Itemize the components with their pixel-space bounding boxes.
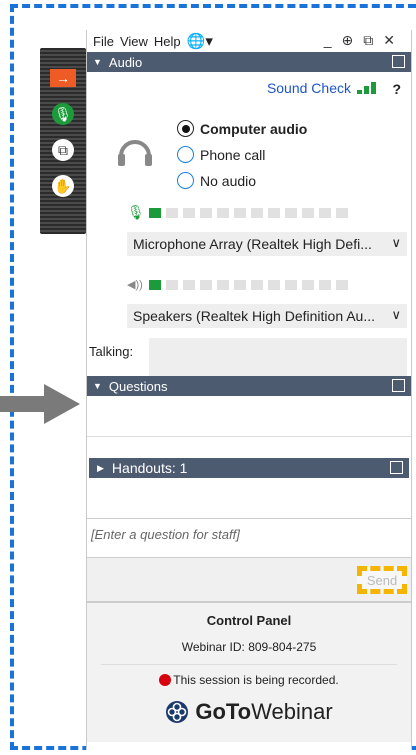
questions-log: [87, 396, 411, 436]
questions-title: Questions: [108, 378, 168, 394]
microphone-icon: 🎙: [52, 103, 74, 125]
divider: [101, 664, 397, 665]
flower-logo-icon: [166, 701, 189, 723]
mic-level-meter: [149, 208, 353, 218]
speakers-select[interactable]: Speakers (Realtek High Definition Au... …: [127, 304, 407, 328]
talking-box: [149, 338, 407, 376]
pointer-arrow: [0, 384, 80, 424]
question-input[interactable]: [Enter a question for staff]: [87, 518, 411, 558]
popout-icon[interactable]: [392, 379, 405, 392]
menu-bar: File View Help 🌐▾ _ ⊕ ⧉ ✕: [87, 30, 411, 52]
microphone-icon: 🎙: [127, 204, 145, 220]
collapse-button[interactable]: →: [45, 66, 81, 90]
popout-icon[interactable]: [390, 461, 403, 474]
talking-label: Talking:: [89, 344, 134, 359]
screen-share-icon: ⧉: [52, 139, 74, 161]
headset-icon: [118, 140, 152, 166]
minimize-icon[interactable]: _: [324, 32, 336, 48]
signal-icon: [357, 82, 377, 94]
brand-bold: GoTo: [195, 699, 252, 724]
collapse-triangle-icon: ▼: [93, 381, 102, 391]
arrow-right-icon: →: [50, 69, 76, 87]
close-icon[interactable]: ✕: [383, 32, 399, 48]
raise-hand-button[interactable]: ✋: [45, 174, 81, 198]
menu-file[interactable]: File: [93, 34, 114, 49]
radio-no-audio[interactable]: No audio: [177, 172, 256, 189]
send-row: Send: [87, 558, 411, 602]
popout-icon[interactable]: [392, 55, 405, 68]
handouts-body: [87, 478, 411, 518]
side-toolbar: → 🎙 ⧉ ✋: [40, 48, 86, 234]
send-button[interactable]: Send: [357, 566, 407, 594]
globe-icon[interactable]: 🌐▾: [187, 32, 213, 50]
recording-notice: This session is being recorded.: [87, 673, 411, 687]
recording-text: This session is being recorded.: [173, 673, 339, 687]
collapse-triangle-icon: ▼: [93, 57, 102, 67]
hand-icon: ✋: [52, 175, 74, 197]
microphone-value: Microphone Array (Realtek High Defi...: [133, 236, 372, 252]
chevron-down-icon: ∨: [391, 307, 401, 322]
radio-label: Computer audio: [200, 120, 308, 137]
radio-label: No audio: [200, 172, 257, 189]
speakers-value: Speakers (Realtek High Definition Au...: [133, 308, 376, 324]
speaker-icon: ◀)): [127, 279, 143, 291]
chevron-down-icon: ∨: [391, 235, 401, 250]
brand-rest: Webinar: [251, 699, 333, 724]
expand-triangle-icon: ▶: [97, 462, 104, 473]
handouts-header[interactable]: ▶ Handouts: 1: [89, 458, 409, 478]
popout-icon[interactable]: ⧉: [363, 32, 377, 48]
speaker-level-meter: [149, 280, 353, 290]
sound-check-link[interactable]: Sound Check: [267, 80, 351, 96]
control-panel-window: File View Help 🌐▾ _ ⊕ ⧉ ✕ ▼ Audio Sound Che…: [86, 30, 412, 750]
record-dot-icon: [159, 674, 172, 686]
control-panel-footer: Control Panel Webinar ID: 809-804-275 Th…: [87, 602, 411, 742]
control-panel-title: Control Panel: [206, 613, 292, 628]
webinar-id: Webinar ID: 809-804-275: [181, 640, 317, 654]
gotowebinar-logo: GoTo Webinar: [87, 699, 411, 725]
microphone-button[interactable]: 🎙: [45, 102, 81, 126]
audio-title: Audio: [108, 54, 143, 70]
menu-view[interactable]: View: [120, 34, 148, 49]
help-icon[interactable]: ?: [392, 81, 401, 97]
audio-header[interactable]: ▼ Audio: [87, 52, 411, 72]
questions-header[interactable]: ▼ Questions: [87, 376, 411, 396]
handouts-title: Handouts: 1: [111, 460, 188, 476]
pin-icon[interactable]: ⊕: [342, 32, 358, 48]
radio-label: Phone call: [200, 146, 266, 163]
menu-help[interactable]: Help: [154, 34, 181, 49]
audio-section: Sound Check ? Computer audio Phone call …: [87, 72, 411, 376]
microphone-select[interactable]: Microphone Array (Realtek High Defi... ∨: [127, 232, 407, 256]
screen-share-button[interactable]: ⧉: [45, 138, 81, 162]
radio-phone-call[interactable]: Phone call: [177, 146, 265, 163]
window-controls: _ ⊕ ⧉ ✕: [324, 32, 405, 49]
radio-computer-audio[interactable]: Computer audio: [177, 120, 307, 137]
